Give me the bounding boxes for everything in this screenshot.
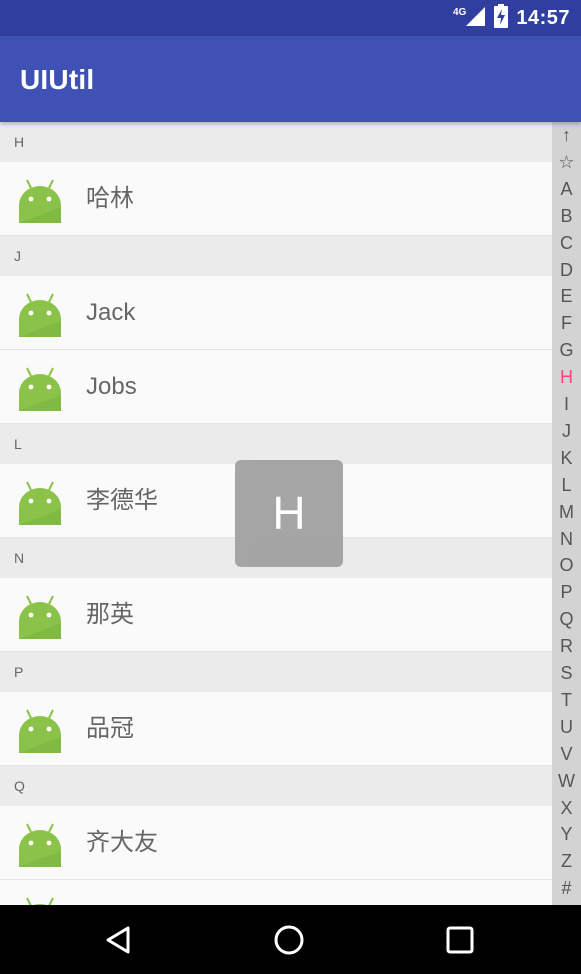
index-letter[interactable]: L (552, 472, 581, 499)
index-letter[interactable]: N (552, 526, 581, 553)
index-letter[interactable]: A (552, 176, 581, 203)
status-bar: 4G 14:57 (0, 0, 581, 36)
contact-name: 品冠 (86, 715, 134, 742)
index-letter[interactable]: Y (552, 821, 581, 848)
android-icon (17, 895, 63, 905)
signal-icon (464, 5, 486, 32)
alphabet-index-bar[interactable]: ↑ ☆ A B C D E F G H I J K L M N O P Q R S T U V W X Y Z # (552, 122, 581, 905)
contact-item[interactable]: 品冠 (0, 692, 552, 766)
index-letter[interactable]: F (552, 310, 581, 337)
android-icon (17, 821, 63, 867)
navigation-bar (0, 905, 581, 974)
index-letter[interactable]: S (552, 660, 581, 687)
app-bar: UIUtil (0, 36, 581, 122)
index-letter[interactable]: ↑ (552, 122, 581, 149)
section-header: Q (0, 766, 552, 806)
index-letter[interactable]: X (552, 795, 581, 822)
index-letter[interactable]: V (552, 741, 581, 768)
back-icon[interactable] (102, 924, 134, 956)
index-letter[interactable]: Q (552, 606, 581, 633)
index-letter[interactable]: # (552, 875, 581, 902)
android-icon (17, 593, 63, 639)
index-letter[interactable]: J (552, 418, 581, 445)
android-icon (17, 707, 63, 753)
app-title: UIUtil (20, 64, 95, 95)
android-icon (17, 365, 63, 411)
contact-name: 李德华 (86, 487, 158, 514)
status-icons: 4G 14:57 (453, 0, 570, 36)
android-icon (17, 479, 63, 525)
clock: 14:57 (516, 6, 570, 29)
index-letter[interactable]: K (552, 445, 581, 472)
contact-item[interactable]: 那英 (0, 578, 552, 652)
index-letter[interactable]: D (552, 257, 581, 284)
index-letter[interactable]: U (552, 714, 581, 741)
index-letter[interactable]: M (552, 499, 581, 526)
index-letter[interactable]: B (552, 203, 581, 230)
contact-item[interactable]: 哈林 (0, 162, 552, 236)
index-letter[interactable]: H (552, 364, 581, 391)
contact-name: 那英 (86, 601, 134, 628)
index-letter[interactable]: R (552, 633, 581, 660)
section-header: L (0, 424, 552, 464)
index-letter[interactable]: O (552, 552, 581, 579)
index-letter[interactable]: I (552, 391, 581, 418)
recents-icon[interactable] (444, 924, 476, 956)
android-icon (17, 291, 63, 337)
home-icon[interactable] (273, 924, 305, 956)
contact-name: 哈林 (86, 185, 134, 212)
index-letter[interactable]: W (552, 768, 581, 795)
contact-item[interactable]: Jobs (0, 350, 552, 424)
index-letter[interactable]: Z (552, 848, 581, 875)
contact-name: Jobs (86, 373, 137, 400)
index-letter[interactable]: P (552, 579, 581, 606)
index-letter[interactable]: T (552, 687, 581, 714)
index-letter-overlay: H (235, 460, 343, 567)
index-letter[interactable]: C (552, 230, 581, 257)
section-header: H (0, 122, 552, 162)
section-header: J (0, 236, 552, 276)
index-letter[interactable]: ☆ (552, 149, 581, 176)
contact-item[interactable] (0, 880, 552, 905)
contact-item[interactable]: Jack (0, 276, 552, 350)
contact-item[interactable]: 齐大友 (0, 806, 552, 880)
index-letter[interactable]: E (552, 283, 581, 310)
network-type: 4G (453, 6, 467, 18)
contact-name: Jack (86, 299, 136, 326)
android-icon (17, 177, 63, 223)
section-header: P (0, 652, 552, 692)
contact-name: 齐大友 (86, 829, 158, 856)
battery-charging-icon (494, 3, 509, 33)
index-letter[interactable]: G (552, 337, 581, 364)
